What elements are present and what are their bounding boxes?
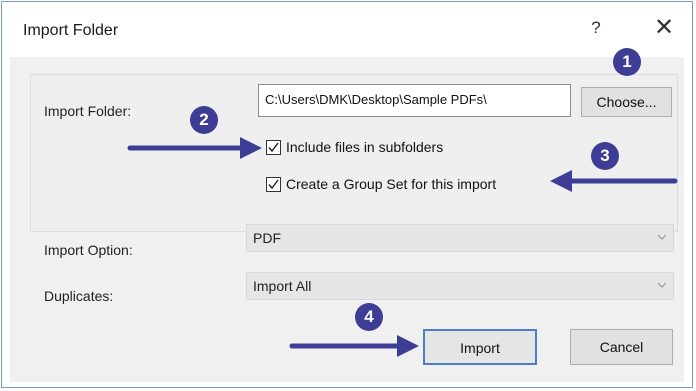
choose-button[interactable]: Choose... [581,87,672,117]
import-folder-dialog: Import Folder ? ✕ Import Folder: C:\User… [1,1,693,388]
duplicates-value: Import All [253,278,312,294]
dialog-title: Import Folder [23,22,119,39]
create-group-set-option[interactable]: Create a Group Set for this import [266,176,496,192]
checkmark-icon [268,142,279,152]
step-badge-3: 3 [591,142,619,170]
dialog-body: Import Folder: C:\Users\DMK\Desktop\Samp… [10,57,684,382]
cancel-button[interactable]: Cancel [570,329,673,365]
chevron-down-icon [657,234,667,240]
checkmark-icon [268,179,279,189]
step-badge-2: 2 [190,106,218,134]
title-bar: Import Folder ? ✕ [2,2,692,56]
include-subfolders-label: Include files in subfolders [286,139,444,155]
duplicates-label: Duplicates: [44,288,114,304]
help-button[interactable]: ? [587,18,605,38]
import-option-label: Import Option: [44,242,133,258]
chevron-down-icon [657,282,667,288]
import-option-value: PDF [253,230,281,246]
folder-path-field[interactable]: C:\Users\DMK\Desktop\Sample PDFs\ [258,84,571,117]
step-badge-4: 4 [355,303,383,331]
close-button[interactable]: ✕ [652,14,676,42]
import-option-select[interactable]: PDF [246,224,674,252]
step-badge-1: 1 [613,48,641,76]
import-button[interactable]: Import [423,329,537,365]
import-folder-label: Import Folder: [44,103,132,119]
duplicates-select[interactable]: Import All [246,272,674,300]
include-subfolders-checkbox[interactable] [266,139,281,155]
create-group-set-checkbox[interactable] [266,176,281,192]
create-group-set-label: Create a Group Set for this import [286,176,497,192]
include-subfolders-option[interactable]: Include files in subfolders [266,139,443,155]
